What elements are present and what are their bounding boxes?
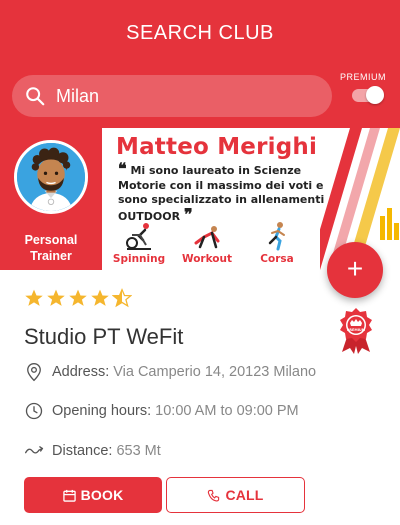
toggle-knob [366, 86, 384, 104]
book-button[interactable]: BOOK [24, 477, 162, 513]
open-quote-icon: ❝ [118, 159, 127, 178]
running-icon [268, 222, 285, 251]
banner-left-panel: Personal Trainer [0, 128, 102, 270]
trainer-portrait-icon [17, 143, 85, 211]
spinning-bike-icon [126, 223, 151, 250]
search-bar[interactable] [12, 75, 332, 117]
page-title: SEARCH CLUB [126, 22, 274, 44]
rating-stars [24, 288, 132, 308]
address-value: Via Camperio 14, 20123 Milano [113, 364, 317, 380]
trainer-quote-text: Mi sono laureato in Scienze Motorie con … [118, 164, 325, 223]
premium-toggle[interactable] [352, 86, 384, 104]
premium-badge-text: PREMIUM [347, 328, 366, 332]
distance-row: Distance: 653 Mt [24, 441, 161, 461]
star-full-icon [69, 289, 87, 306]
address-row: Address: Via Camperio 14, 20123 Milano [24, 362, 316, 382]
trainer-quote: ❝ Mi sono laureato in Scienze Motorie co… [118, 159, 333, 224]
clock-icon [25, 402, 43, 420]
location-pin-icon [27, 362, 41, 382]
calendar-icon [62, 489, 76, 502]
hours-value: 10:00 AM to 09:00 PM [155, 403, 299, 419]
premium-toggle-label: PREMIUM [340, 72, 386, 82]
hours-row: Opening hours: 10:00 AM to 09:00 PM [24, 401, 299, 421]
distance-value: 653 Mt [116, 443, 161, 459]
workout-icon [194, 226, 220, 249]
address-label: Address: [52, 364, 110, 380]
star-full-icon [91, 289, 109, 306]
book-button-label: BOOK [80, 487, 124, 503]
call-button[interactable]: CALL [166, 477, 305, 513]
star-full-icon [47, 289, 65, 306]
activity-label: Corsa [260, 253, 294, 265]
distance-wave-icon [25, 446, 44, 454]
activity-spinning: Spinning [106, 221, 172, 265]
activity-workout: Workout [174, 221, 240, 265]
trainer-role-line2: Trainer [30, 249, 72, 263]
trainer-role: Personal Trainer [0, 232, 102, 264]
activity-label: Spinning [112, 253, 166, 265]
app-header: SEARCH CLUB PREMIUM [0, 0, 400, 128]
star-full-icon [25, 289, 43, 306]
star-half-icon [112, 288, 132, 308]
trainer-avatar [14, 140, 88, 214]
search-input[interactable] [56, 85, 306, 107]
add-favorite-button[interactable]: + [327, 242, 383, 298]
distance-label: Distance: [52, 443, 113, 459]
call-button-label: CALL [225, 487, 264, 503]
trainer-name: Matteo Merighi [116, 134, 318, 160]
activity-corsa: Corsa [244, 221, 310, 265]
club-name: Studio PT WeFit [24, 324, 184, 349]
search-icon [26, 87, 45, 106]
hours-label: Opening hours: [52, 403, 152, 419]
trainer-role-line1: Personal [24, 233, 78, 247]
premium-badge-icon: PREMIUM [340, 308, 372, 354]
phone-icon [208, 489, 220, 501]
activity-label: Workout [181, 253, 232, 265]
